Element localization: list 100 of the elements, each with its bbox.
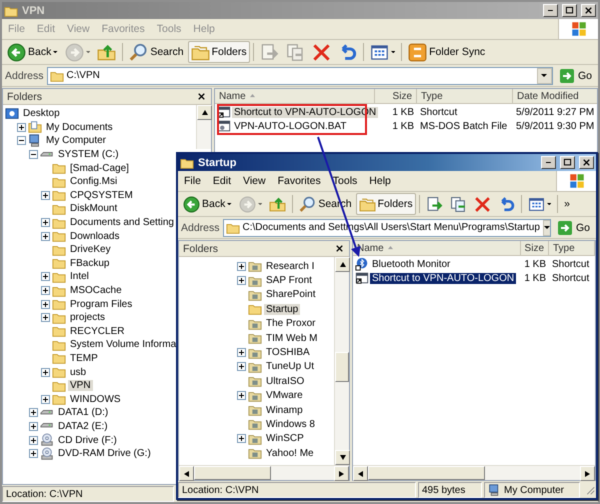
tree-item[interactable]: DVD-RAM Drive (G:) [56, 448, 153, 460]
tree-item[interactable]: Yahoo! Me [264, 448, 316, 459]
collapse-icon[interactable] [29, 150, 38, 160]
expand-icon[interactable] [41, 394, 50, 404]
close-button[interactable] [581, 4, 596, 17]
tree-item[interactable]: Config.Msi [68, 176, 120, 188]
tree-item[interactable]: TEMP [68, 352, 100, 364]
expand-icon[interactable] [237, 262, 246, 271]
column-header[interactable]: Size [521, 241, 549, 255]
column-header[interactable]: Name [215, 89, 375, 103]
expand-icon[interactable] [17, 122, 26, 132]
go-button[interactable]: Go [556, 66, 595, 84]
expand-icon[interactable] [41, 190, 50, 200]
tree-item[interactable]: CD Drive (F:) [56, 434, 119, 446]
tree-item[interactable]: usb [68, 366, 88, 378]
expand-icon[interactable] [29, 449, 38, 458]
tree-item[interactable]: TOSHIBA [264, 347, 312, 358]
vertical-scrollbar[interactable] [196, 105, 211, 149]
expand-icon[interactable] [41, 218, 50, 228]
expand-icon[interactable] [29, 422, 38, 431]
minimize-button[interactable] [541, 156, 556, 169]
tree-item[interactable]: Startup [264, 304, 300, 315]
tree-item[interactable]: TuneUp Ut [264, 361, 316, 372]
tree-item[interactable]: VPN [68, 380, 93, 392]
tree-item[interactable]: WINDOWS [68, 394, 123, 405]
tree-item[interactable]: Intel [68, 271, 91, 282]
scrollbar-thumb[interactable] [335, 352, 349, 382]
file-name[interactable]: VPN-AUTO-LOGON.BAT [232, 120, 348, 132]
menu-item[interactable]: Favorites [272, 171, 327, 191]
expand-icon[interactable] [41, 368, 50, 377]
dropdown-button[interactable] [542, 220, 550, 236]
tree-item[interactable]: WinSCP [264, 433, 306, 444]
horizontal-scrollbar[interactable] [179, 465, 349, 480]
tree-item[interactable]: Program Files [68, 298, 134, 310]
tree-item[interactable]: Documents and Setting [68, 217, 176, 228]
tree-item[interactable]: My Documents [44, 122, 115, 133]
horizontal-scrollbar[interactable] [353, 465, 595, 480]
folders-button[interactable]: Folders [356, 193, 416, 215]
tree-item[interactable]: The Proxor [264, 318, 318, 330]
tree-item[interactable]: Research I [264, 260, 316, 272]
expand-icon[interactable] [41, 300, 50, 309]
menu-item[interactable]: View [237, 171, 272, 191]
tree-item[interactable]: Windows 8 [264, 418, 317, 430]
tree-item[interactable]: FBackup [68, 258, 112, 269]
folders-button[interactable]: Folders [188, 41, 250, 63]
folder-sync-button[interactable]: Folder Sync [405, 41, 488, 63]
tree-item[interactable]: System Volume Informa [68, 339, 178, 350]
tree-item[interactable]: UltraISO [264, 376, 306, 387]
expand-icon[interactable] [237, 276, 246, 286]
scrollbar-thumb[interactable] [368, 466, 485, 480]
minimize-button[interactable] [543, 4, 558, 17]
menu-item[interactable]: Help [363, 171, 397, 191]
maximize-button[interactable] [560, 156, 575, 169]
tree-item[interactable]: DriveKey [68, 244, 113, 256]
expand-icon[interactable] [237, 348, 246, 358]
column-header[interactable]: Type [549, 241, 595, 255]
tree-item[interactable]: CPQSYSTEM [68, 190, 135, 201]
tree-item[interactable]: SAP Front [264, 275, 314, 286]
tree-item[interactable]: Winamp [264, 404, 305, 416]
file-name[interactable]: Bluetooth Monitor [370, 258, 452, 270]
expand-icon[interactable] [41, 286, 50, 296]
dropdown-button[interactable] [536, 68, 552, 84]
tree-item[interactable]: DiskMount [68, 203, 120, 214]
expand-icon[interactable] [41, 313, 50, 322]
address-field[interactable]: C:\VPN [46, 66, 553, 84]
tree-item[interactable]: Desktop [21, 108, 62, 120]
menu-item[interactable]: File [178, 171, 207, 191]
tree-item[interactable]: DATA2 (E:) [56, 420, 110, 432]
vertical-scrollbar[interactable] [334, 257, 349, 465]
search-button[interactable]: Search [126, 41, 187, 63]
more-tools-button[interactable]: » [561, 193, 573, 215]
expand-icon[interactable] [237, 362, 246, 372]
tree-item[interactable]: MSOCache [68, 285, 124, 296]
tree-item[interactable]: VMware [264, 390, 305, 402]
maximize-button[interactable] [562, 4, 577, 17]
tree-item[interactable]: TIM Web M [264, 332, 320, 344]
tree-item[interactable]: projects [68, 312, 108, 324]
scrollbar-thumb[interactable] [194, 466, 271, 480]
close-button[interactable] [579, 156, 594, 169]
back-button[interactable]: Back [4, 41, 61, 63]
expand-icon[interactable] [237, 434, 246, 444]
tree-item[interactable]: SYSTEM (C:) [56, 149, 121, 160]
menu-item[interactable]: Edit [206, 171, 238, 191]
collapse-icon[interactable] [17, 136, 26, 146]
expand-icon[interactable] [41, 232, 50, 241]
tree-item[interactable]: DATA1 (D:) [56, 407, 110, 418]
tree-item[interactable]: RECYCLER [68, 326, 126, 337]
tree-item[interactable]: SharePoint [264, 289, 318, 300]
expand-icon[interactable] [237, 391, 246, 400]
go-button[interactable]: Go [554, 218, 593, 236]
tree-item[interactable]: [Smad-Cage] [68, 162, 131, 174]
expand-icon[interactable] [41, 272, 50, 282]
expand-icon[interactable] [29, 408, 38, 418]
tree-item[interactable]: My Computer [44, 135, 108, 146]
file-name[interactable]: Shortcut to VPN-AUTO-LOGON [370, 272, 516, 284]
column-header[interactable]: Date Modified [513, 89, 600, 103]
back-button[interactable]: Back [180, 193, 235, 215]
expand-icon[interactable] [29, 436, 38, 445]
column-header[interactable]: Type [417, 89, 513, 103]
column-header[interactable]: Size [375, 89, 417, 103]
